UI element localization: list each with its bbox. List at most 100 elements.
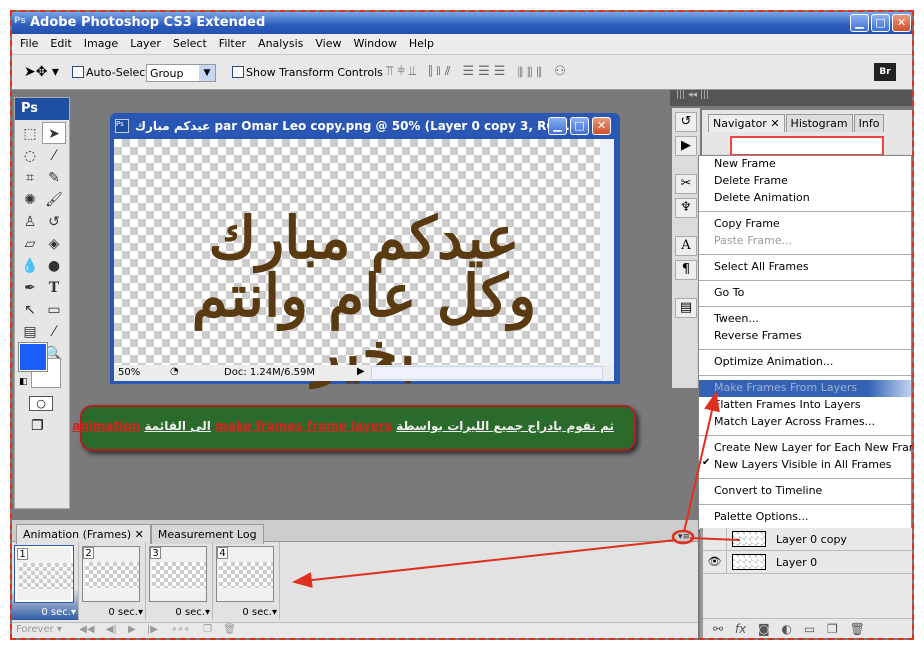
marquee-tool-icon[interactable]: ⬚ [18, 123, 42, 145]
notes-tool-icon[interactable]: ▤ [18, 321, 42, 343]
visibility-toggle[interactable] [703, 528, 727, 550]
navigator-preview[interactable] [730, 136, 884, 156]
first-frame-button[interactable]: ◀◀ [79, 624, 94, 635]
pen-tool-icon[interactable]: ✒ [18, 277, 42, 299]
dock-header[interactable]: ||| ◂◂ ||| [670, 90, 912, 106]
history-brush-icon[interactable]: ↺ [42, 211, 66, 233]
minimize-button[interactable]: ▁ [850, 14, 869, 32]
close-button[interactable]: ✕ [892, 14, 911, 32]
canvas[interactable]: عيدكم مبارك وكل عام وانتم بخير [114, 139, 600, 383]
maximize-button[interactable]: □ [871, 14, 890, 32]
layer-mask-icon[interactable]: ◙ [758, 622, 770, 636]
menu-item-new-layers-visible-in-all-frames[interactable]: New Layers Visible in All Frames [699, 457, 911, 474]
menu-filter[interactable]: Filter [213, 34, 252, 54]
menu-item-flatten-frames-into-layers[interactable]: Flatten Frames Into Layers [699, 397, 911, 414]
actions-panel-icon[interactable]: ▶ [675, 136, 697, 156]
clone-stamp-icon[interactable]: ♙ [18, 211, 42, 233]
crop-tool-icon[interactable]: ⌗ [18, 167, 42, 189]
menu-analysis[interactable]: Analysis [252, 34, 309, 54]
doc-close-button[interactable]: ✕ [592, 117, 611, 135]
menu-item-create-new-layer-for-each-new-frame[interactable]: Create New Layer for Each New Frame [699, 440, 912, 457]
new-group-icon[interactable]: ▭ [804, 622, 815, 636]
menu-item-select-all-frames[interactable]: Select All Frames [699, 259, 911, 276]
show-transform-checkbox[interactable] [232, 66, 244, 78]
panel-menu-button[interactable]: ▾≡ [678, 532, 698, 544]
type-tool-icon[interactable]: T [42, 277, 66, 299]
animation-frame[interactable]: 4 0 sec.▾ [213, 542, 280, 620]
duplicate-frame-button[interactable]: ❐ [203, 624, 212, 635]
menu-item-match-layer-across-frames[interactable]: Match Layer Across Frames... [699, 414, 911, 431]
horizontal-scrollbar[interactable] [371, 366, 603, 380]
magic-wand-icon[interactable]: ⁄ [42, 145, 66, 167]
delete-frame-button[interactable]: 🗑 [223, 624, 236, 635]
default-colors-icon[interactable]: ◧ [19, 377, 28, 387]
menu-item-new-frame[interactable]: New Frame [699, 156, 911, 173]
tween-button[interactable]: ∘∘∘ [171, 624, 190, 635]
align-buttons-icon[interactable]: ⫪⫩⫫ ⫿⫾⫽ ☰☰☰ ⫴⫴⫴ ⚇ [386, 64, 570, 79]
next-frame-button[interactable]: |▶ [147, 624, 158, 635]
status-menu-icon[interactable]: ◔ [170, 366, 179, 377]
doc-minimize-button[interactable]: ▁ [548, 117, 567, 135]
tab-measurement-log[interactable]: Measurement Log [150, 524, 264, 544]
foreground-color-swatch[interactable] [18, 342, 48, 372]
lasso-tool-icon[interactable]: ◌ [18, 145, 42, 167]
status-arrow-icon[interactable]: ▶ [357, 366, 365, 377]
animation-frame[interactable]: 2 0 sec.▾ [79, 542, 146, 620]
menu-item-delete-animation[interactable]: Delete Animation [699, 190, 911, 207]
menu-window[interactable]: Window [347, 34, 402, 54]
vertical-scrollbar[interactable] [600, 139, 614, 365]
frame-delay[interactable]: 0 sec.▾ [108, 607, 143, 618]
menu-item-optimize-animation[interactable]: Optimize Animation... [699, 354, 911, 371]
layer-row[interactable]: 👁 Layer 0 [703, 551, 912, 574]
move-tool-preset-icon[interactable]: ➤✥ ▾ [24, 64, 59, 80]
shape-tool-icon[interactable]: ▭ [42, 299, 66, 321]
eyedropper-icon[interactable]: ⁄ [42, 321, 66, 343]
layer-comps-icon[interactable]: ▤ [675, 298, 697, 318]
move-tool-icon[interactable]: ➤ [42, 122, 66, 144]
menu-item-make-frames-from-layers[interactable]: Make Frames From Layers [699, 380, 911, 397]
paragraph-panel-icon[interactable]: ¶ [675, 260, 697, 280]
auto-select-dropdown[interactable]: Group ▼ [146, 64, 216, 82]
menu-select[interactable]: Select [167, 34, 213, 54]
blur-tool-icon[interactable]: 💧 [18, 255, 42, 277]
frame-delay[interactable]: 0 sec.▾ [41, 607, 76, 618]
dodge-tool-icon[interactable]: ● [42, 255, 66, 277]
history-panel-icon[interactable]: ↺ [675, 112, 697, 132]
brushes-panel-icon[interactable]: ♆ [675, 198, 697, 218]
slice-tool-icon[interactable]: ✎ [42, 167, 66, 189]
bridge-icon[interactable]: Br [874, 63, 896, 81]
animation-frame[interactable]: 1 0 sec.▾ [12, 542, 79, 620]
quick-mask-icon[interactable]: ○ [29, 396, 53, 411]
doc-maximize-button[interactable]: □ [570, 117, 589, 135]
play-button[interactable]: ▶ [128, 624, 136, 635]
screen-mode-icon[interactable]: ❐ [31, 418, 44, 434]
tab-animation-frames[interactable]: Animation (Frames) ✕ [16, 524, 151, 544]
menu-help[interactable]: Help [403, 34, 440, 54]
menu-image[interactable]: Image [78, 34, 124, 54]
loop-select[interactable]: Forever [16, 624, 54, 635]
healing-brush-icon[interactable]: ✺ [18, 189, 42, 211]
layer-row[interactable]: Layer 0 copy [703, 528, 912, 551]
fx-icon[interactable]: fx [735, 622, 746, 636]
path-selection-icon[interactable]: ↖ [18, 299, 42, 321]
character-panel-icon[interactable]: A [675, 236, 697, 256]
menu-item-tween[interactable]: Tween... [699, 311, 911, 328]
tab-histogram[interactable]: Histogram [785, 114, 853, 132]
frame-delay[interactable]: 0 sec.▾ [242, 607, 277, 618]
menu-item-convert-to-timeline[interactable]: Convert to Timeline [699, 483, 911, 500]
menu-item-reverse-frames[interactable]: Reverse Frames [699, 328, 911, 345]
delete-layer-icon[interactable]: 🗑 [850, 622, 865, 636]
menu-view[interactable]: View [309, 34, 347, 54]
adjustment-layer-icon[interactable]: ◐ [782, 622, 792, 636]
previous-frame-button[interactable]: ◀| [106, 624, 117, 635]
zoom-level[interactable]: 50% [118, 367, 140, 378]
menu-layer[interactable]: Layer [124, 34, 167, 54]
tool-presets-icon[interactable]: ✂ [675, 174, 697, 194]
auto-select-checkbox[interactable] [72, 66, 84, 78]
paint-bucket-icon[interactable]: ◈ [42, 233, 66, 255]
tab-navigator[interactable]: Navigator ✕ [708, 114, 785, 132]
new-layer-icon[interactable]: ❐ [827, 622, 838, 636]
tab-info[interactable]: Info [853, 114, 885, 132]
link-layers-icon[interactable]: ⚯ [713, 622, 723, 636]
menu-item-delete-frame[interactable]: Delete Frame [699, 173, 911, 190]
